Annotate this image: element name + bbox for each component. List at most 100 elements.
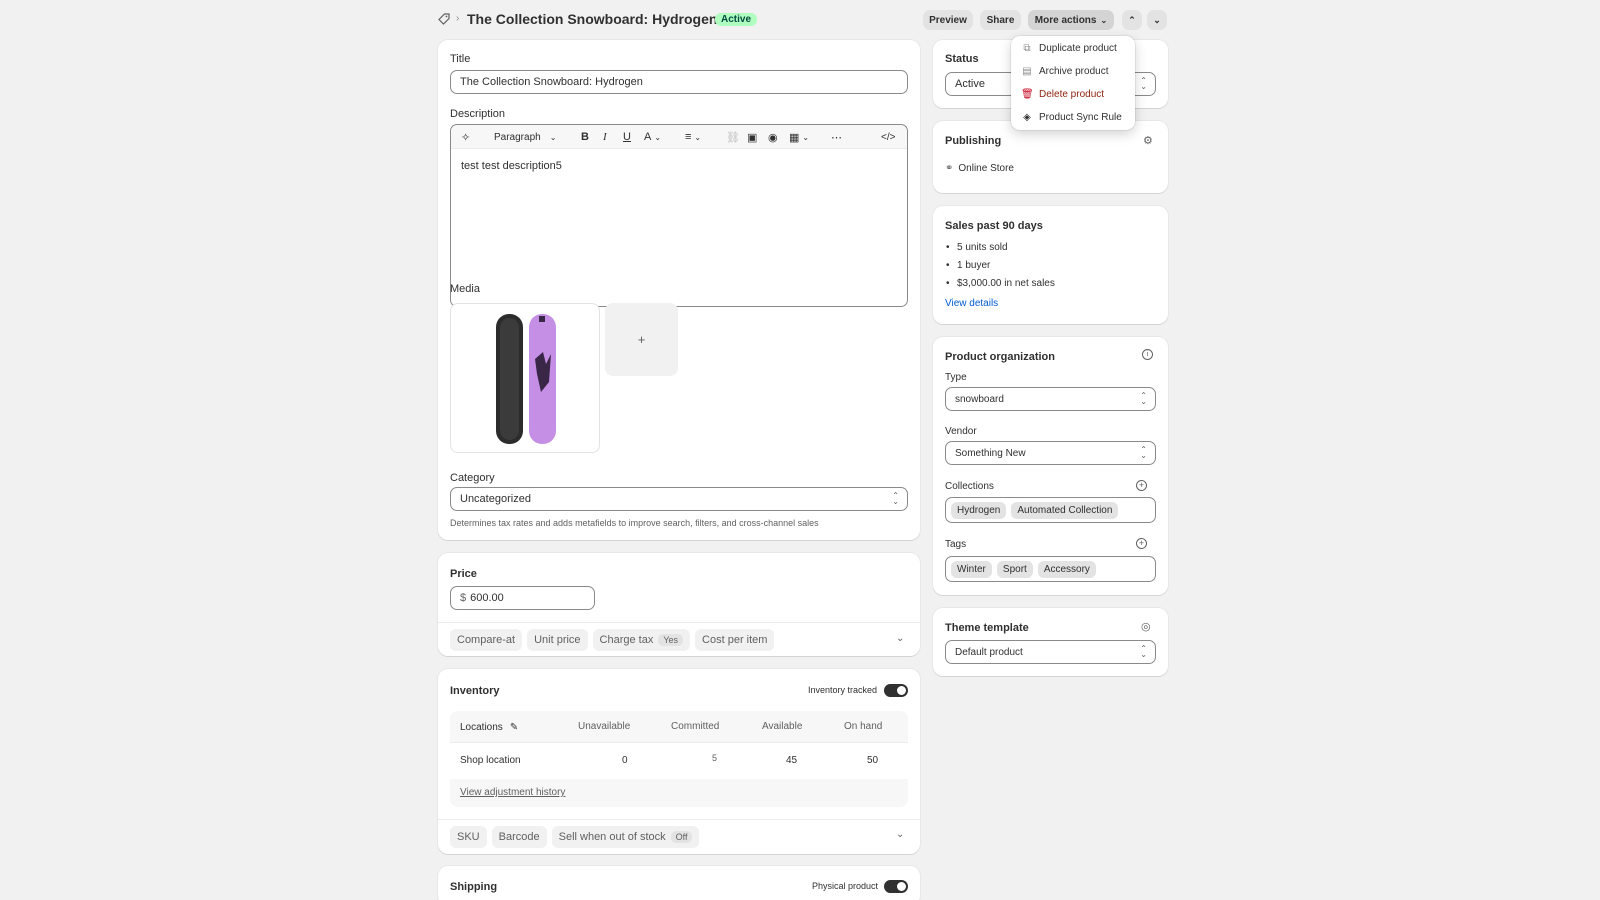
tags-input[interactable]: Winter Sport Accessory [945, 556, 1156, 582]
product-tag[interactable]: Accessory [1037, 560, 1096, 578]
type-select[interactable]: snowboard ⌃ ⌄ [945, 387, 1156, 411]
align-icon[interactable]: ≡ ⌄ [685, 125, 701, 149]
previous-product-button[interactable]: ⌃ [1122, 10, 1142, 30]
publishing-label: Publishing [945, 135, 1002, 147]
media-thumbnail[interactable] [450, 303, 600, 453]
expand-inventory-chevron-icon[interactable]: ⌄ [896, 829, 904, 840]
more-actions-button[interactable]: More actions ⌄ [1028, 10, 1114, 30]
select-arrows-icon: ⌃ ⌄ [1140, 76, 1147, 91]
video-icon[interactable]: ◉ [768, 125, 778, 149]
view-adjustment-history-link[interactable]: View adjustment history [460, 787, 565, 798]
tags-label: Tags [945, 539, 967, 550]
sell-out-of-stock-chip[interactable]: Sell when out of stock Off [551, 826, 700, 848]
more-options-icon[interactable]: ⋯ [831, 125, 842, 149]
unavailable-header: Unavailable [578, 721, 631, 732]
chevron-down-icon: ⌄ [1153, 14, 1161, 25]
price-input[interactable]: $ 600.00 [450, 586, 595, 610]
edit-pencil-icon[interactable]: ✎ [510, 722, 518, 733]
product-tag[interactable]: Sport [996, 560, 1033, 578]
charge-tax-chip[interactable]: Charge tax Yes [592, 629, 691, 651]
info-icon[interactable]: i [1142, 349, 1153, 360]
chevron-down-icon: ⌄ [549, 132, 557, 142]
expand-price-chevron-icon[interactable]: ⌄ [896, 633, 904, 644]
location-name: Shop location [460, 755, 521, 766]
shipping-card: Shipping Physical product [438, 866, 920, 900]
sales-net: $3,000.00 in net sales [946, 278, 1055, 289]
italic-icon[interactable]: I [603, 125, 607, 149]
image-icon[interactable]: ▣ [747, 125, 757, 149]
snowboard-image [496, 314, 556, 444]
collection-tag[interactable]: Hydrogen [951, 501, 1007, 519]
collections-input[interactable]: Hydrogen Automated Collection [945, 497, 1156, 523]
menu-item-archive-product[interactable]: ▤ Archive product [1011, 60, 1133, 82]
cost-per-item-chip[interactable]: Cost per item [695, 629, 775, 651]
collections-label: Collections [945, 481, 994, 492]
next-product-button[interactable]: ⌄ [1147, 10, 1167, 30]
price-chips: Compare-at Unit price Charge tax Yes Cost… [450, 629, 779, 651]
add-collection-icon[interactable]: + [1136, 480, 1147, 491]
inventory-divider [438, 819, 920, 820]
eye-icon[interactable]: ◎ [1141, 620, 1151, 633]
title-input[interactable]: The Collection Snowboard: Hydrogen [450, 70, 908, 94]
unavailable-value[interactable]: 0 [622, 755, 628, 766]
online-store-channel: ⚭ Online Store [945, 163, 1014, 174]
share-button[interactable]: Share [980, 10, 1021, 30]
sales-card: Sales past 90 days 5 units sold 1 buyer … [933, 206, 1168, 324]
price-label: Price [450, 568, 477, 580]
preview-button[interactable]: Preview [923, 10, 973, 30]
sales-label: Sales past 90 days [945, 220, 1043, 232]
editor-toolbar: ✧ Paragraph ⌄ B I U A ⌄ ≡ ⌄ ⛓ ▣ ◉ ▦ ⌄ ⋯ </> [451, 125, 907, 149]
tag-icon[interactable] [438, 13, 450, 28]
barcode-chip[interactable]: Barcode [491, 826, 547, 848]
unit-price-chip[interactable]: Unit price [527, 629, 588, 651]
vendor-label: Vendor [945, 426, 977, 437]
charge-tax-value: Yes [658, 634, 684, 646]
physical-product-toggle[interactable] [884, 880, 908, 893]
view-details-link[interactable]: View details [945, 298, 998, 309]
committed-header: Committed [671, 721, 720, 732]
status-badge: Active [715, 13, 758, 26]
link-icon[interactable]: ⛓ [726, 125, 740, 149]
compare-at-chip[interactable]: Compare-at [450, 629, 523, 651]
status-label: Status [945, 53, 979, 65]
app-icon: ◈ [1023, 111, 1031, 123]
code-view-icon[interactable]: </> [881, 125, 895, 149]
theme-template-select[interactable]: Default product ⌃ ⌄ [945, 640, 1156, 664]
inventory-tracked-toggle[interactable] [884, 684, 908, 697]
committed-value: 5 [712, 753, 718, 763]
select-arrows-icon: ⌃ ⌄ [1140, 445, 1147, 460]
table-icon[interactable]: ▦ ⌄ [789, 125, 809, 149]
sku-chip[interactable]: SKU [450, 826, 487, 848]
add-media-button[interactable]: + [605, 303, 678, 376]
store-icon: ⚭ [945, 163, 954, 174]
archive-icon: ▤ [1022, 65, 1032, 77]
chevron-up-icon: ⌃ [1128, 14, 1136, 25]
menu-item-product-sync-rule[interactable]: ◈ Product Sync Rule [1011, 106, 1133, 128]
bold-icon[interactable]: B [581, 125, 589, 149]
title-label: Title [450, 53, 471, 65]
add-tag-icon[interactable]: + [1136, 538, 1147, 549]
product-tag[interactable]: Winter [951, 560, 992, 578]
available-value[interactable]: 45 [786, 755, 797, 766]
description-editor[interactable]: ✧ Paragraph ⌄ B I U A ⌄ ≡ ⌄ ⛓ ▣ ◉ ▦ ⌄ ⋯ </> … [450, 124, 908, 307]
on-hand-value[interactable]: 50 [867, 755, 878, 766]
text-color-icon[interactable]: A ⌄ [644, 125, 661, 149]
category-select[interactable]: Uncategorized ⌃ ⌄ [450, 487, 908, 511]
more-actions-label: More actions [1034, 14, 1097, 26]
menu-item-delete-product[interactable]: 🗑 Delete product [1011, 83, 1133, 105]
paragraph-select[interactable]: Paragraph ⌄ [494, 125, 556, 149]
settings-sliders-icon[interactable]: ⚙ [1143, 134, 1153, 147]
available-header: Available [762, 721, 803, 732]
description-text[interactable]: test test description5 [461, 160, 562, 172]
sell-out-of-stock-value: Off [670, 831, 693, 843]
theme-template-label: Theme template [945, 622, 1029, 634]
on-hand-header: On hand [844, 721, 883, 732]
description-label: Description [450, 108, 506, 120]
inventory-tracked-label: Inventory tracked [808, 685, 878, 695]
collection-tag[interactable]: Automated Collection [1011, 501, 1119, 519]
table-row: Shop location 0 5 45 50 [450, 743, 908, 779]
vendor-select[interactable]: Something New ⌃ ⌄ [945, 441, 1156, 465]
menu-item-duplicate-product[interactable]: ⧉ Duplicate product [1011, 37, 1133, 59]
magic-icon[interactable]: ✧ [461, 125, 470, 149]
underline-icon[interactable]: U [623, 125, 631, 149]
